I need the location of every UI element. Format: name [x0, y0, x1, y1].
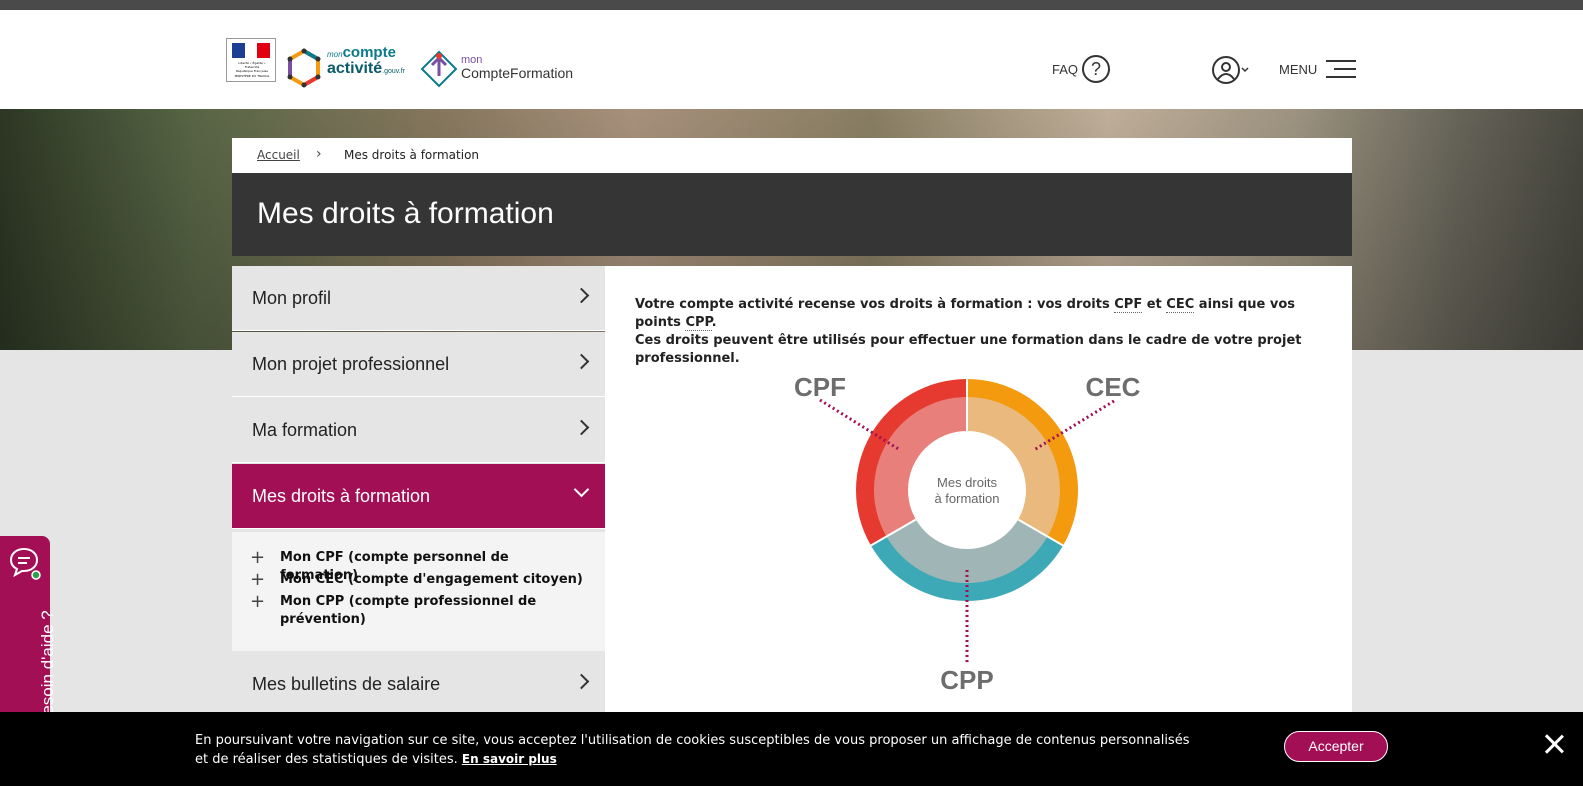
- donut-center: [908, 431, 1026, 549]
- sidebar-item-label: Mes bulletins de salaire: [252, 674, 441, 694]
- abbr-cec[interactable]: CEC: [1166, 297, 1195, 313]
- subitem-cec[interactable]: + Mon CEC (compte d'engagement citoyen): [250, 571, 590, 589]
- user-account-icon[interactable]: [1211, 55, 1251, 85]
- chevron-right-icon: [573, 673, 590, 690]
- chevron-down-icon: [573, 481, 590, 498]
- abbr-cpp[interactable]: CPP: [685, 315, 712, 331]
- accept-cookies-button[interactable]: Accepter: [1284, 731, 1388, 762]
- question-icon[interactable]: ?: [1082, 55, 1110, 83]
- subitem-cpp[interactable]: + Mon CPP (compte professionnel de préve…: [250, 593, 590, 629]
- sidebar-subitems: + Mon CPF (compte personnel de formation…: [232, 532, 605, 651]
- intro-text: Votre compte activité recense vos droits…: [635, 297, 1302, 366]
- marianne-republic: République Française: [236, 69, 268, 73]
- cookie-more-link[interactable]: En savoir plus: [462, 752, 557, 766]
- page-title-band: Mes droits à formation: [232, 173, 1352, 256]
- cookie-banner: En poursuivant votre navigation sur ce s…: [0, 712, 1583, 786]
- mon-compte-formation-icon[interactable]: [420, 50, 458, 88]
- sidebar-item-mes-droits[interactable]: Mes droits à formation: [232, 464, 605, 529]
- menu-label[interactable]: MENU: [1279, 62, 1317, 77]
- chat-bubble-icon: [9, 547, 41, 580]
- marianne-motto: Liberté • Égalité • Fraternité: [238, 61, 266, 69]
- breadcrumb-current: Mes droits à formation: [344, 148, 480, 162]
- hamburger-menu-icon[interactable]: [1326, 60, 1356, 80]
- mon-compte-formation-logo[interactable]: mon CompteFormation: [461, 54, 573, 80]
- site-header: Liberté • Égalité • Fraternité Républiqu…: [0, 10, 1583, 109]
- donut-center-line2: à formation: [934, 491, 999, 506]
- sidebar-item-label: Mes droits à formation: [252, 486, 431, 506]
- top-strip: [0, 0, 1583, 10]
- abbr-cpf[interactable]: CPF: [1114, 297, 1143, 313]
- cpf-label[interactable]: CPF: [794, 372, 846, 402]
- cec-label[interactable]: CEC: [1086, 372, 1141, 402]
- breadcrumb: Accueil › Mes droits à formation: [232, 138, 1352, 173]
- page-title: Mes droits à formation: [257, 197, 554, 230]
- donut-center-line1: Mes droits: [937, 475, 997, 490]
- sidebar-item-label: Mon profil: [252, 288, 332, 308]
- sidebar-item-ma-formation[interactable]: Ma formation: [232, 398, 605, 463]
- plus-icon: +: [250, 569, 266, 590]
- help-tab-label: Besoin d'aide ?: [38, 610, 57, 726]
- breadcrumb-home-link[interactable]: Accueil: [257, 148, 300, 162]
- cpp-label[interactable]: CPP: [940, 665, 993, 695]
- mon-compte-activite-hex-icon[interactable]: [286, 48, 322, 88]
- marianne-logo[interactable]: Liberté • Égalité • Fraternité Républiqu…: [226, 38, 276, 82]
- plus-icon: +: [250, 591, 266, 612]
- sidebar-item-mon-profil[interactable]: Mon profil: [232, 266, 605, 331]
- close-icon[interactable]: [1542, 732, 1566, 756]
- sidebar-item-label: Ma formation: [252, 420, 358, 440]
- chevron-right-icon: [573, 419, 590, 436]
- plus-icon: +: [250, 547, 266, 568]
- marianne-ministry: MINISTÈRE DU TRAVAIL: [234, 74, 270, 78]
- rights-donut-diagram: Mes droits à formation CPF CEC CPP: [794, 372, 1141, 695]
- french-flag-icon: [232, 43, 271, 58]
- sidebar-item-bulletins-salaire[interactable]: Mes bulletins de salaire: [232, 652, 605, 717]
- sidebar-item-label: Mon projet professionnel: [252, 354, 450, 374]
- chevron-right-icon: [573, 353, 590, 370]
- chevron-right-icon: [573, 287, 590, 304]
- chevron-right-icon: ›: [316, 146, 322, 162]
- sidebar-item-projet-professionnel[interactable]: Mon projet professionnel: [232, 332, 605, 397]
- help-tab[interactable]: Besoin d'aide ?: [0, 536, 57, 737]
- mon-compte-activite-logo[interactable]: moncompte activité.gouv.fr: [327, 45, 405, 79]
- faq-link[interactable]: FAQ: [1052, 62, 1078, 77]
- cookie-message: En poursuivant votre navigation sur ce s…: [195, 733, 1190, 767]
